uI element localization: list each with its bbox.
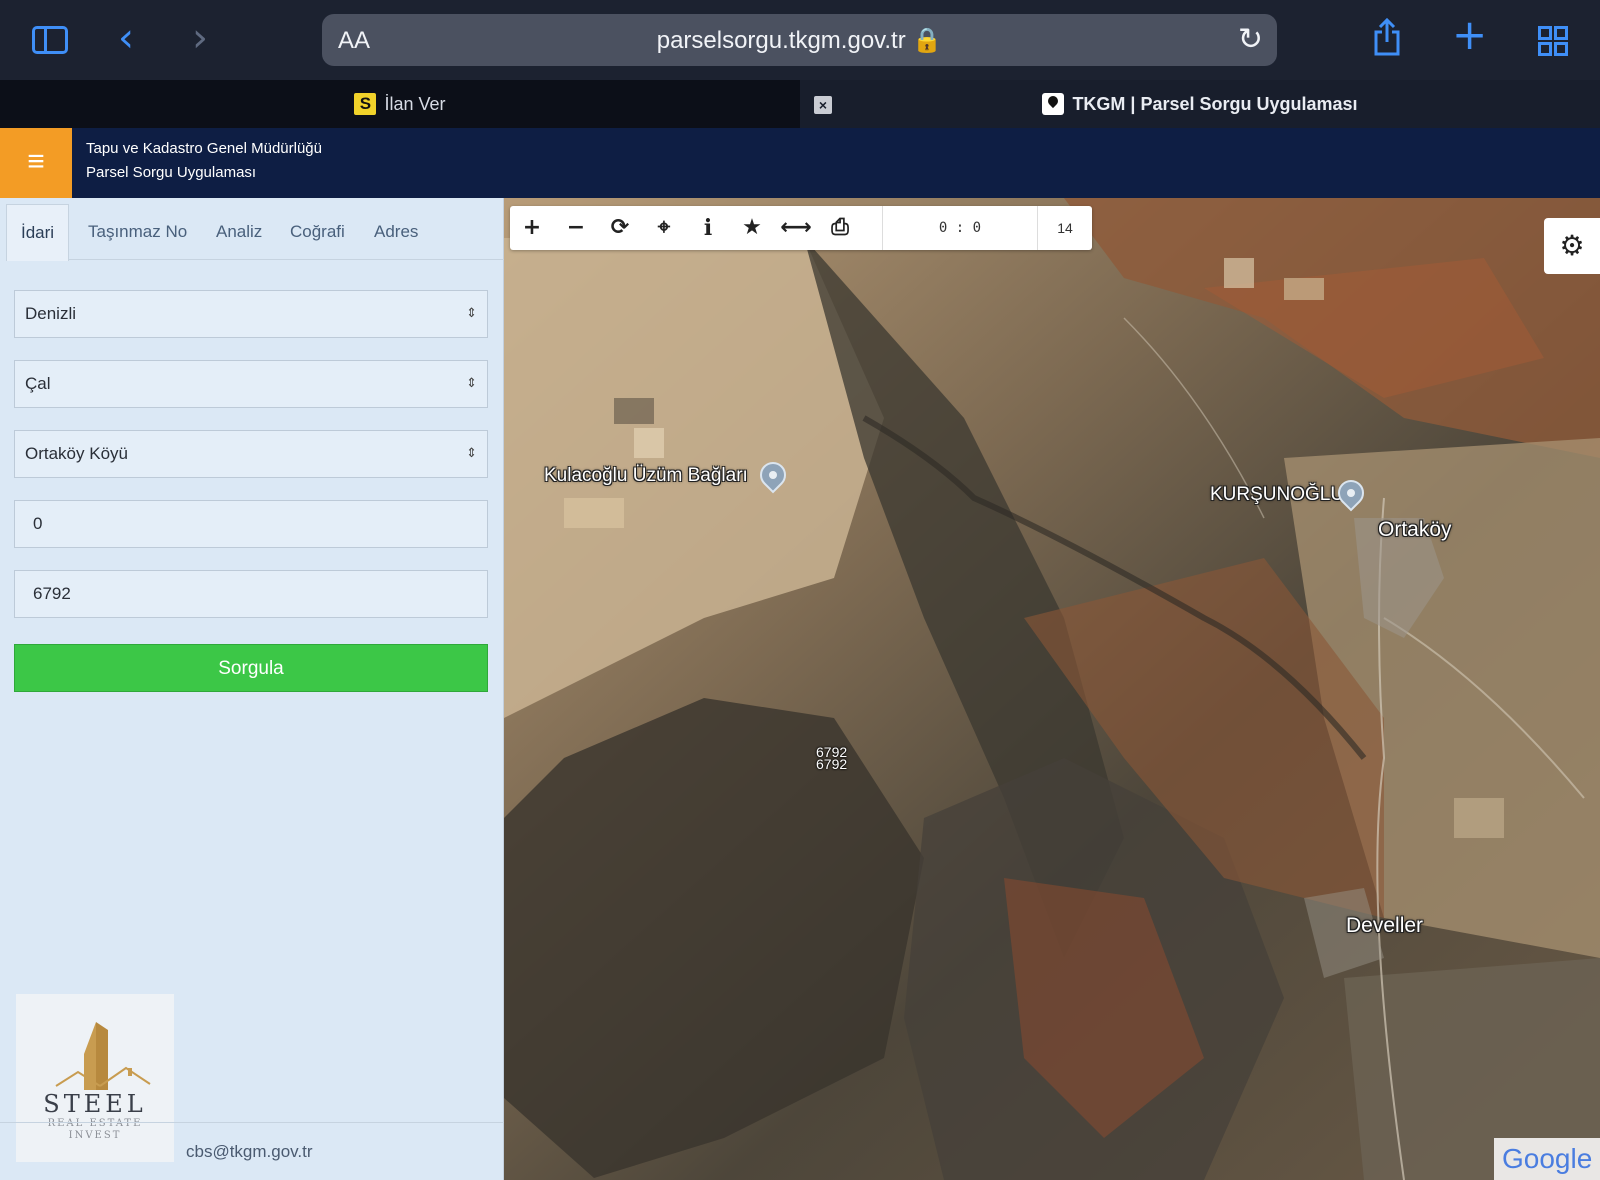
tab-cografi[interactable]: Coğrafi	[276, 204, 359, 260]
query-tabs: İdari Taşınmaz No Analiz Coğrafi Adres	[6, 204, 504, 261]
forward-chevron-icon[interactable]: ›	[192, 18, 208, 58]
tab-strip: S İlan Ver TKGM | Parsel Sorgu Uygulamas…	[0, 80, 1600, 128]
ada-input[interactable]: 0	[14, 500, 488, 548]
star-icon[interactable]: ★	[730, 206, 774, 250]
info-icon[interactable]: i	[686, 206, 730, 250]
logo-subtitle: INVEST	[68, 1130, 122, 1141]
tabs-grid-icon[interactable]	[1538, 26, 1568, 56]
tab-analiz[interactable]: Analiz	[202, 204, 276, 260]
plus-icon[interactable]: +	[1452, 14, 1487, 56]
hamburger-menu-icon[interactable]: ≡	[0, 128, 72, 198]
parcel-number: 6792	[816, 756, 848, 772]
google-attribution: Google	[1494, 1138, 1600, 1180]
tab-title: İlan Ver	[384, 93, 446, 114]
mahalle-value: Ortaköy Köyü	[25, 444, 128, 463]
google-logo-text: Google	[1502, 1143, 1593, 1174]
select-arrows-icon: ⇕	[466, 376, 477, 391]
share-icon[interactable]	[1372, 17, 1402, 56]
url-text[interactable]: parselsorgu.tkgm.gov.tr 🔒	[322, 26, 1277, 55]
logo-subtitle: REAL ESTATE	[47, 1118, 143, 1129]
zoom-in-icon[interactable]: +	[510, 206, 554, 250]
tab-tasinmaz-no[interactable]: Taşınmaz No	[74, 204, 201, 260]
tab-title: TKGM | Parsel Sorgu Uygulaması	[1072, 93, 1358, 114]
footer-divider	[0, 1122, 504, 1123]
mahalle-select[interactable]: Ortaköy Köyü ⇕	[14, 430, 488, 478]
map-pin-favicon-icon	[1042, 93, 1065, 115]
locate-crosshair-icon[interactable]: ⌖	[642, 206, 686, 250]
measure-arrows-icon[interactable]: ⟷	[774, 206, 818, 250]
ilce-value: Çal	[25, 374, 51, 393]
steel-logo: STEEL REAL ESTATE INVEST	[16, 994, 174, 1162]
sahibinden-favicon-icon: S	[354, 93, 377, 115]
tab-adres[interactable]: Adres	[360, 204, 432, 260]
tab-ilan-ver[interactable]: S İlan Ver	[0, 80, 800, 128]
address-bar[interactable]: AA parselsorgu.tkgm.gov.tr 🔒 ↻	[322, 14, 1277, 66]
coordinate-readout: 0 : 0	[882, 206, 1038, 250]
tab-idari[interactable]: İdari	[6, 204, 70, 261]
tab-close-icon[interactable]: ×	[814, 96, 832, 114]
back-chevron-icon[interactable]: ‹	[118, 18, 134, 58]
logo-word: STEEL	[43, 1090, 147, 1118]
satellite-imagery	[504, 198, 1600, 1180]
select-arrows-icon: ⇕	[466, 446, 477, 461]
query-panel: İdari Taşınmaz No Analiz Coğrafi Adres D…	[0, 198, 504, 1180]
app-header: ≡ Tapu ve Kadastro Genel Müdürlüğü Parse…	[0, 128, 1600, 198]
ilce-select[interactable]: Çal ⇕	[14, 360, 488, 408]
il-select[interactable]: Denizli ⇕	[14, 290, 488, 338]
refresh-icon[interactable]: ⟳	[598, 206, 642, 250]
sorgula-button[interactable]: Sorgula	[14, 644, 488, 692]
app-name: Parsel Sorgu Uygulaması	[86, 164, 257, 181]
print-icon[interactable]: ⎙	[818, 206, 862, 250]
contact-email[interactable]: cbs@tkgm.gov.tr	[186, 1142, 313, 1162]
org-name: Tapu ve Kadastro Genel Müdürlüğü	[86, 140, 322, 157]
gear-icon[interactable]: ⚙	[1544, 218, 1600, 274]
zoom-level: 14	[1057, 220, 1073, 236]
map-label-develler: Develler	[1346, 914, 1424, 937]
zoom-out-icon[interactable]: −	[554, 206, 598, 250]
map-toolbar: + − ⟳ ⌖ i ★ ⟷ ⎙ 0 : 0 14	[510, 206, 1092, 250]
tab-tkgm[interactable]: TKGM | Parsel Sorgu Uygulaması	[800, 80, 1600, 128]
browser-toolbar: ‹ › AA parselsorgu.tkgm.gov.tr 🔒 ↻ +	[0, 0, 1600, 80]
reload-icon[interactable]: ↻	[1238, 22, 1263, 57]
map-label-kursunoglu: KURŞUNOĞLU	[1210, 484, 1345, 505]
map-label-kulacoglu: Kulacoğlu Üzüm Bağları	[544, 465, 748, 486]
parsel-input[interactable]: 6792	[14, 570, 488, 618]
satellite-map[interactable]: + − ⟳ ⌖ i ★ ⟷ ⎙ 0 : 0 14 ⚙ Kulacoğlu Üzü…	[504, 198, 1600, 1180]
select-arrows-icon: ⇕	[466, 306, 477, 321]
il-value: Denizli	[25, 304, 77, 323]
parcel-label: 6792 6792	[816, 745, 848, 772]
map-label-ortakoy: Ortaköy	[1378, 518, 1452, 541]
sidebar-icon[interactable]	[32, 26, 68, 54]
